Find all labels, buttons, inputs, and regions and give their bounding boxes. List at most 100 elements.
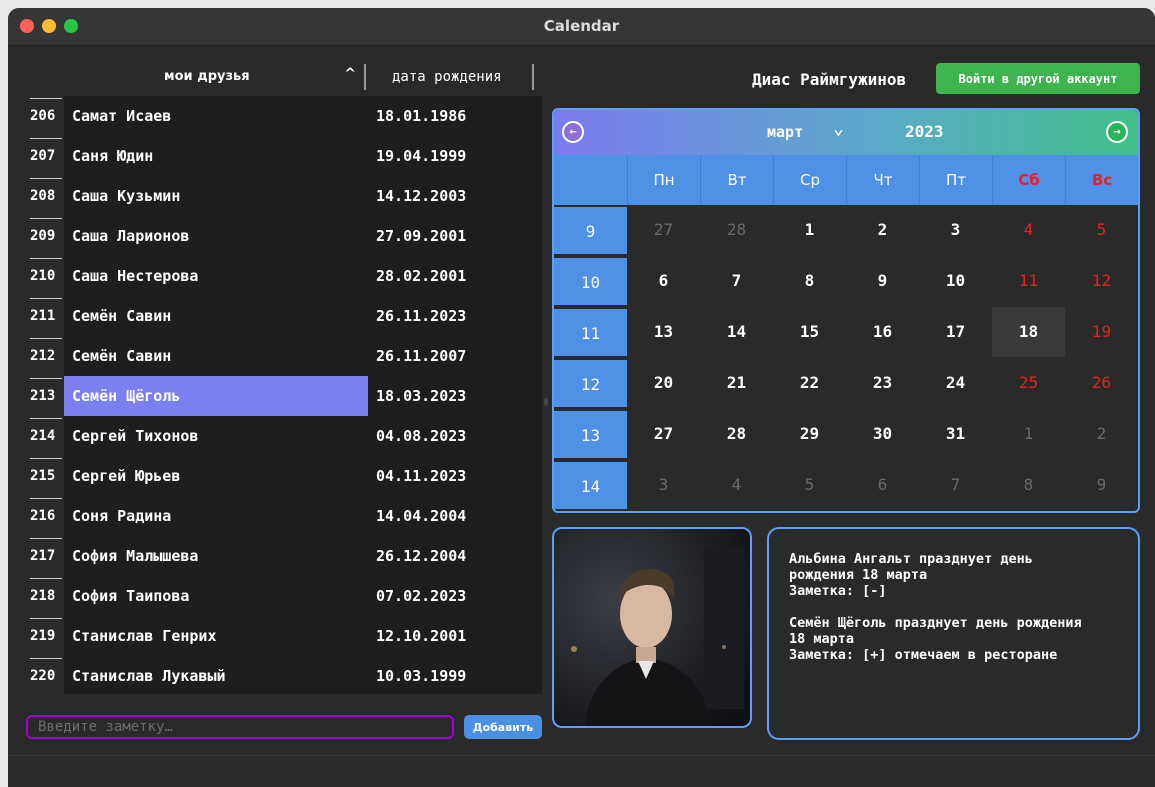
friend-name[interactable]: София Таипова bbox=[64, 576, 368, 616]
table-row[interactable]: 211 Семён Савин 26.11.2023 bbox=[26, 296, 542, 336]
calendar-day[interactable]: 7 bbox=[919, 460, 992, 510]
table-row[interactable]: 219 Станислав Генрих 12.10.2001 bbox=[26, 616, 542, 656]
table-row[interactable]: 212 Семён Савин 26.11.2007 bbox=[26, 336, 542, 376]
table-row[interactable]: 206 Самат Исаев 18.01.1986 bbox=[26, 96, 542, 136]
calendar-day[interactable]: 13 bbox=[627, 307, 700, 357]
week-number: 10 bbox=[554, 256, 627, 305]
calendar-day[interactable]: 1 bbox=[992, 409, 1065, 459]
calendar-day[interactable]: 3 bbox=[627, 460, 700, 510]
friend-name[interactable]: Семён Щёголь bbox=[64, 376, 368, 416]
birth-date[interactable]: 28.02.2001 bbox=[376, 256, 542, 296]
birth-date[interactable]: 07.02.2023 bbox=[376, 576, 542, 616]
calendar-day[interactable]: 6 bbox=[846, 460, 919, 510]
birth-date[interactable]: 19.04.1999 bbox=[376, 136, 542, 176]
friend-name[interactable]: Семён Савин bbox=[64, 336, 368, 376]
table-row[interactable]: 210 Саша Нестерова 28.02.2001 bbox=[26, 256, 542, 296]
calendar-day[interactable]: 9 bbox=[1065, 460, 1138, 510]
calendar-day[interactable]: 23 bbox=[846, 358, 919, 408]
friend-name[interactable]: София Малышева bbox=[64, 536, 368, 576]
calendar-day[interactable]: 28 bbox=[700, 409, 773, 459]
calendar-day[interactable]: 15 bbox=[773, 307, 846, 357]
chevron-up-icon: ^ bbox=[344, 66, 356, 82]
calendar-day[interactable]: 3 bbox=[919, 205, 992, 255]
note-input[interactable] bbox=[26, 715, 454, 739]
birth-date[interactable]: 26.12.2004 bbox=[376, 536, 542, 576]
birth-date[interactable]: 18.03.2023 bbox=[376, 376, 542, 416]
calendar-day[interactable]: 8 bbox=[992, 460, 1065, 510]
birth-date[interactable]: 04.11.2023 bbox=[376, 456, 542, 496]
table-row[interactable]: 215 Сергей Юрьев 04.11.2023 bbox=[26, 456, 542, 496]
calendar-day[interactable]: 19 bbox=[1065, 307, 1138, 357]
calendar-day[interactable]: 17 bbox=[919, 307, 992, 357]
table-row[interactable]: 207 Саня Юдин 19.04.1999 bbox=[26, 136, 542, 176]
column-header-date[interactable]: дата рождения bbox=[368, 64, 534, 90]
calendar-day[interactable]: 8 bbox=[773, 256, 846, 306]
table-row[interactable]: 216 Соня Радина 14.04.2004 bbox=[26, 496, 542, 536]
calendar-day[interactable]: 4 bbox=[700, 460, 773, 510]
calendar-day[interactable]: 5 bbox=[1065, 205, 1138, 255]
birth-date[interactable]: 27.09.2001 bbox=[376, 216, 542, 256]
calendar-day[interactable]: 26 bbox=[1065, 358, 1138, 408]
birth-date[interactable]: 26.11.2023 bbox=[376, 296, 542, 336]
year-label[interactable]: 2023 bbox=[905, 122, 944, 141]
friend-name[interactable]: Саша Кузьмин bbox=[64, 176, 368, 216]
column-header-name[interactable]: мои друзья ^ bbox=[64, 64, 366, 90]
calendar-day[interactable]: 16 bbox=[846, 307, 919, 357]
add-note-button[interactable]: Добавить bbox=[464, 715, 542, 739]
friend-name[interactable]: Самат Исаев bbox=[64, 96, 368, 136]
friend-name[interactable]: Соня Радина bbox=[64, 496, 368, 536]
birth-date[interactable]: 26.11.2007 bbox=[376, 336, 542, 376]
calendar-day[interactable]: 20 bbox=[627, 358, 700, 408]
splitter-handle[interactable] bbox=[544, 398, 548, 406]
arrow-right-circle-icon[interactable]: → bbox=[1106, 121, 1128, 143]
birth-date[interactable]: 18.01.1986 bbox=[376, 96, 542, 136]
calendar-day[interactable]: 14 bbox=[700, 307, 773, 357]
table-row[interactable]: 208 Саша Кузьмин 14.12.2003 bbox=[26, 176, 542, 216]
month-label[interactable]: март bbox=[767, 123, 803, 141]
friend-name[interactable]: Станислав Лукавый bbox=[64, 656, 368, 694]
friend-name[interactable]: Семён Савин bbox=[64, 296, 368, 336]
friend-name[interactable]: Сергей Тихонов bbox=[64, 416, 368, 456]
arrow-left-circle-icon[interactable]: ← bbox=[562, 121, 584, 143]
birth-date[interactable]: 04.08.2023 bbox=[376, 416, 542, 456]
calendar-day[interactable]: 18 bbox=[992, 307, 1065, 357]
calendar-day[interactable]: 12 bbox=[1065, 256, 1138, 306]
calendar-day[interactable]: 21 bbox=[700, 358, 773, 408]
birth-date[interactable]: 12.10.2001 bbox=[376, 616, 542, 656]
calendar-day[interactable]: 6 bbox=[627, 256, 700, 306]
calendar-day[interactable]: 27 bbox=[627, 205, 700, 255]
table-row[interactable]: 209 Саша Ларионов 27.09.2001 bbox=[26, 216, 542, 256]
table-row[interactable]: 220 Станислав Лукавый 10.03.1999 bbox=[26, 656, 542, 694]
calendar-day[interactable]: 25 bbox=[992, 358, 1065, 408]
calendar-day[interactable]: 7 bbox=[700, 256, 773, 306]
calendar-day[interactable]: 28 bbox=[700, 205, 773, 255]
calendar-day[interactable]: 11 bbox=[992, 256, 1065, 306]
calendar-day[interactable]: 9 bbox=[846, 256, 919, 306]
table-row[interactable]: 214 Сергей Тихонов 04.08.2023 bbox=[26, 416, 542, 456]
calendar-day[interactable]: 2 bbox=[1065, 409, 1138, 459]
calendar-day[interactable]: 4 bbox=[992, 205, 1065, 255]
calendar-day[interactable]: 2 bbox=[846, 205, 919, 255]
calendar-day[interactable]: 31 bbox=[919, 409, 992, 459]
calendar-day[interactable]: 24 bbox=[919, 358, 992, 408]
calendar-day[interactable]: 27 bbox=[627, 409, 700, 459]
switch-account-button[interactable]: Войти в другой аккаунт bbox=[936, 63, 1140, 94]
table-row[interactable]: 213 Семён Щёголь 18.03.2023 bbox=[26, 376, 542, 416]
birth-date[interactable]: 10.03.1999 bbox=[376, 656, 542, 694]
calendar-day[interactable]: 22 bbox=[773, 358, 846, 408]
calendar-day[interactable]: 10 bbox=[919, 256, 992, 306]
calendar-day[interactable]: 1 bbox=[773, 205, 846, 255]
friend-name[interactable]: Саша Ларионов bbox=[64, 216, 368, 256]
calendar-day[interactable]: 5 bbox=[773, 460, 846, 510]
birth-date[interactable]: 14.04.2004 bbox=[376, 496, 542, 536]
friend-name[interactable]: Саша Нестерова bbox=[64, 256, 368, 296]
friend-name[interactable]: Станислав Генрих bbox=[64, 616, 368, 656]
calendar-day[interactable]: 30 bbox=[846, 409, 919, 459]
calendar-day[interactable]: 29 bbox=[773, 409, 846, 459]
table-row[interactable]: 218 София Таипова 07.02.2023 bbox=[26, 576, 542, 616]
table-row[interactable]: 217 София Малышева 26.12.2004 bbox=[26, 536, 542, 576]
friend-name[interactable]: Сергей Юрьев bbox=[64, 456, 368, 496]
birth-date[interactable]: 14.12.2003 bbox=[376, 176, 542, 216]
chevron-down-icon[interactable]: ⌄ bbox=[833, 118, 844, 139]
friend-name[interactable]: Саня Юдин bbox=[64, 136, 368, 176]
